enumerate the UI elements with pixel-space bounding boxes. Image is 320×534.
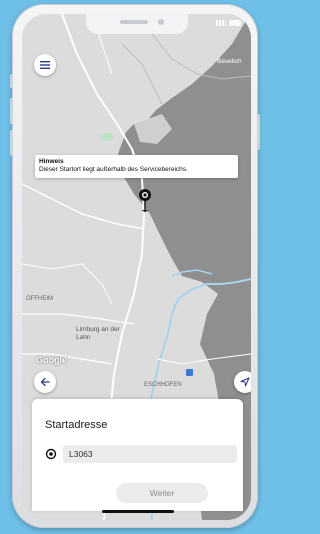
locate-me-button[interactable] <box>234 371 251 393</box>
speaker <box>120 20 148 24</box>
start-address-field[interactable]: L3063 <box>63 445 237 463</box>
start-address-sheet: Startadresse L3063 Weiter <box>32 399 243 511</box>
hamburger-menu-icon <box>40 61 50 69</box>
map-label-beselich: Beselich <box>217 58 242 65</box>
arrow-left-icon <box>40 377 50 387</box>
target-circle-icon <box>45 448 57 460</box>
volume-up-button <box>10 98 13 124</box>
next-button[interactable]: Weiter <box>116 483 208 503</box>
google-logo: Google <box>36 355 67 365</box>
stage: Beselich OFFHEIM Limburg an der Lahn ESC… <box>0 0 267 534</box>
map-label-eschhofen: ESCHHOFEN <box>144 382 182 388</box>
home-indicator <box>102 510 174 513</box>
bus-stop-marker <box>186 369 193 376</box>
start-address-row: L3063 <box>45 445 237 463</box>
back-button[interactable] <box>34 371 56 393</box>
location-pin-icon[interactable] <box>137 188 153 220</box>
volume-down-button <box>10 130 13 156</box>
front-camera <box>158 19 164 25</box>
status-bar <box>216 20 241 26</box>
map-label-limburg: Limburg an der Lahn <box>76 326 120 341</box>
battery-icon <box>229 20 241 26</box>
mute-switch <box>10 74 13 88</box>
sheet-title: Startadresse <box>45 419 108 431</box>
menu-button[interactable] <box>34 54 56 76</box>
navigation-arrow-icon <box>240 377 250 387</box>
power-button <box>257 114 260 150</box>
map-label-offheim: OFFHEIM <box>26 296 53 302</box>
app-screen: Beselich OFFHEIM Limburg an der Lahn ESC… <box>22 14 251 520</box>
hint-title: Hinweis <box>39 158 64 165</box>
hint-text: Dieser Startort liegt außerhalb des Serv… <box>39 166 188 173</box>
out-of-service-hint: Hinweis Dieser Startort liegt außerhalb … <box>35 155 238 178</box>
notch <box>86 14 188 34</box>
map-park <box>101 133 113 141</box>
signal-icon <box>216 20 226 26</box>
